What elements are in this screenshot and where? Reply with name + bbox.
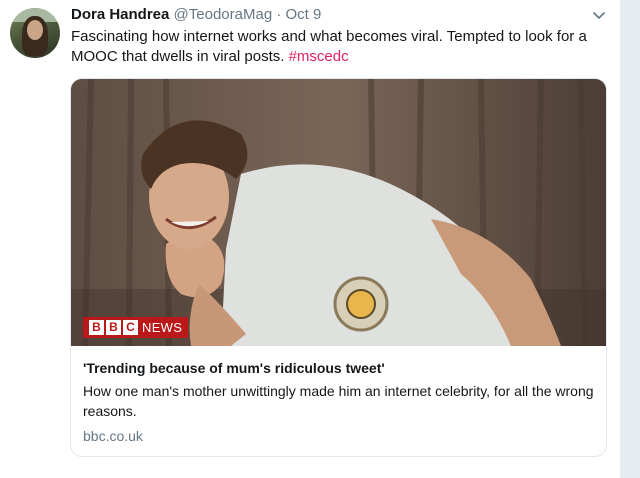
bbc-news-logo: B B C NEWS [83,317,189,338]
author-name[interactable]: Dora Handrea [71,6,169,23]
bbc-letter: B [106,320,121,335]
tweet-date[interactable]: Oct 9 [286,6,322,23]
card-title[interactable]: 'Trending because of mum's ridiculous tw… [83,359,385,378]
avatar[interactable] [10,8,60,58]
header-separator: · [276,6,282,23]
card-image[interactable]: B B C NEWS [71,79,606,346]
card-domain: bbc.co.uk [83,428,143,444]
bbc-letter: C [123,320,138,335]
chevron-down-icon[interactable] [593,12,605,20]
tweet-text: Fascinating how internet works and what … [71,27,606,67]
hashtag-link[interactable]: #mscedc [289,48,349,65]
bbc-letter: B [89,320,104,335]
card-description: How one man's mother unwittingly made hi… [83,383,594,419]
author-handle[interactable]: @TeodoraMag [174,6,273,23]
card-photo [71,79,606,346]
bbc-news-word: NEWS [142,320,183,335]
link-card[interactable]: B B C NEWS 'Trending because of mum's ri… [70,78,607,457]
page-background-strip [620,0,640,478]
tweet-header: Dora Handrea @TeodoraMag · Oct 9 [71,5,321,25]
